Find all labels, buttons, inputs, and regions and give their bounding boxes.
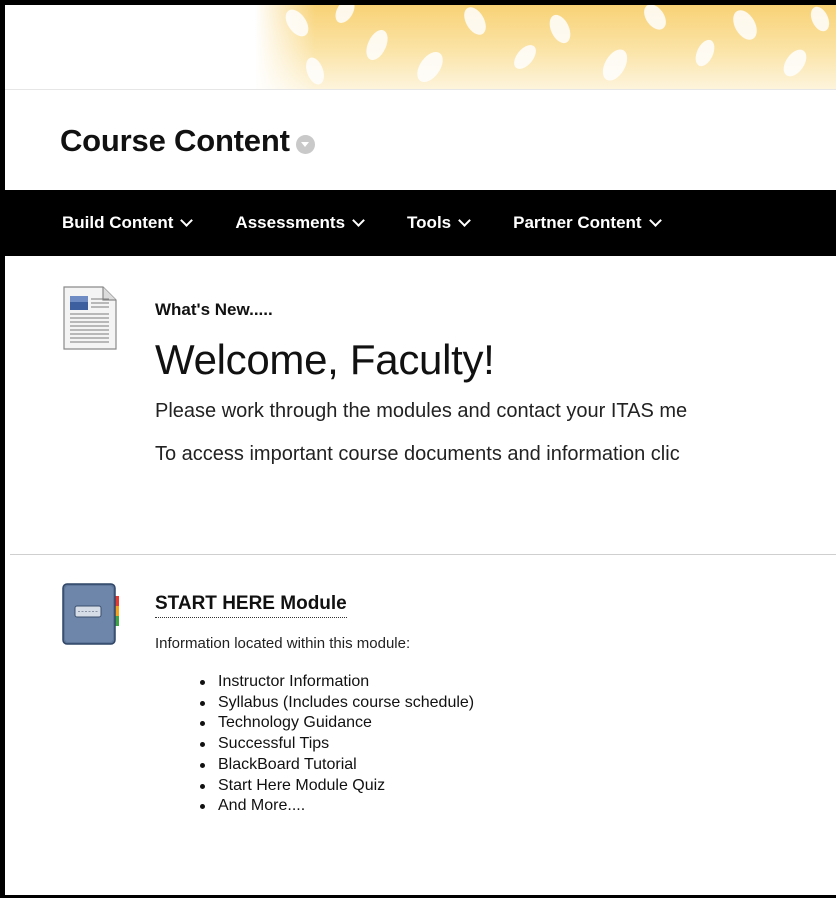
banner-divider — [5, 89, 836, 90]
assessments-label: Assessments — [235, 213, 346, 232]
tools-label: Tools — [407, 213, 452, 232]
item-heading: What's New..... — [155, 300, 273, 319]
list-item: Syllabus (Includes course schedule) — [200, 693, 474, 714]
content-item-whats-new: What's New..... Welcome, Faculty! Please… — [5, 256, 836, 554]
start-here-module-link[interactable]: START HERE Module — [155, 593, 347, 618]
chevron-down-icon — [352, 214, 365, 227]
chevron-down-icon — [458, 214, 471, 227]
document-icon — [63, 286, 117, 350]
build-content-label: Build Content — [62, 213, 174, 232]
intro-paragraph: Please work through the modules and cont… — [155, 400, 688, 422]
list-item: Successful Tips — [200, 734, 474, 755]
assessments-menu[interactable]: Assessments — [235, 213, 365, 233]
partner-content-menu[interactable]: Partner Content — [513, 213, 662, 233]
welcome-heading: Welcome, Faculty! — [155, 336, 495, 383]
chevron-down-icon — [180, 214, 194, 227]
module-contents-list: Instructor Information Syllabus (Include… — [200, 672, 474, 817]
list-item: And More.... — [200, 796, 474, 817]
action-bar: Build Content Assessments Tools Partner … — [5, 190, 836, 256]
whats-new-body: What's New..... Welcome, Faculty! Please… — [155, 300, 687, 466]
list-item: Technology Guidance — [200, 713, 474, 734]
banner-leaf-pattern — [255, 5, 836, 89]
tools-menu[interactable]: Tools — [407, 213, 471, 233]
chevron-down-icon[interactable] — [295, 134, 315, 154]
learning-module-icon — [62, 583, 119, 645]
list-item: Instructor Information — [200, 672, 474, 693]
page-frame: Course Content Build Content Assessments… — [5, 5, 836, 895]
partner-content-label: Partner Content — [513, 213, 642, 232]
access-paragraph: To access important course documents and… — [155, 443, 680, 465]
module-description: Information located within this module: — [155, 635, 411, 652]
chevron-down-icon — [648, 214, 662, 227]
page-title: Course Content — [60, 123, 290, 158]
list-item: Start Here Module Quiz — [200, 776, 474, 797]
course-banner — [5, 5, 836, 89]
page-title-row: Course Content — [60, 121, 315, 161]
content-item-start-here: START HERE Module Information located wi… — [5, 555, 836, 895]
build-content-menu[interactable]: Build Content — [62, 213, 194, 233]
list-item: BlackBoard Tutorial — [200, 755, 474, 776]
start-here-body: START HERE Module Information located wi… — [155, 593, 474, 817]
